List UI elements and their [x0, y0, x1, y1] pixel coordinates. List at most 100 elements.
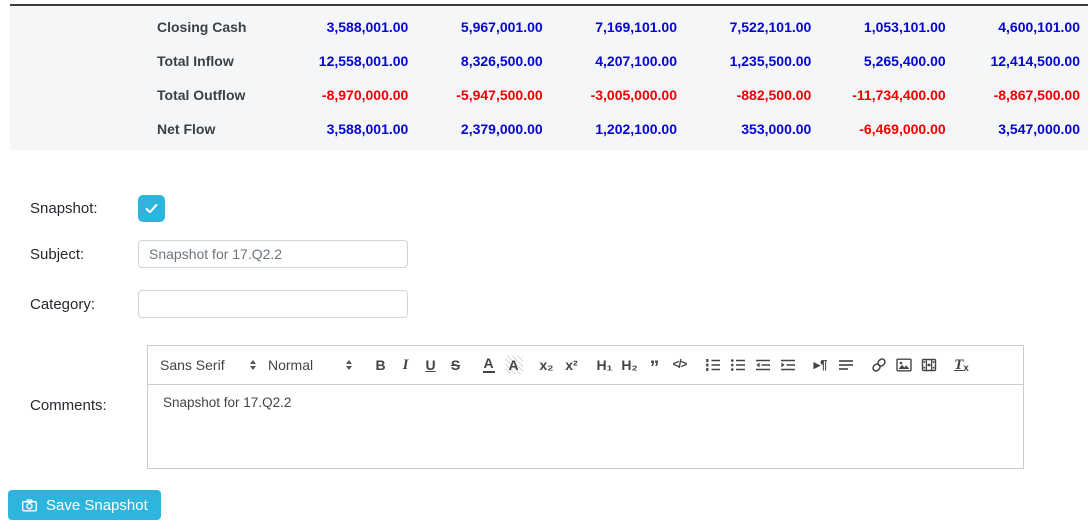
- comments-editor[interactable]: Snapshot for 17.Q2.2: [148, 385, 1023, 468]
- amount-cell: 12,558,001.00: [318, 53, 409, 69]
- italic-icon: I: [402, 356, 409, 373]
- code-block-icon: </>: [672, 359, 688, 371]
- check-icon: [145, 203, 158, 214]
- category-input[interactable]: [138, 290, 408, 318]
- ordered-list-icon: [705, 359, 720, 371]
- video-icon: [921, 358, 936, 372]
- image-icon: [895, 358, 912, 372]
- underline-button[interactable]: U: [418, 352, 443, 378]
- highlight-color-button[interactable]: A: [501, 352, 526, 378]
- amount-cell: -8,867,500.00: [993, 87, 1080, 103]
- amount-cell: 5,967,001.00: [460, 19, 543, 35]
- amount-cell: 1,235,500.00: [729, 53, 812, 69]
- ordered-list-button[interactable]: [700, 352, 725, 378]
- indent-button[interactable]: [775, 352, 800, 378]
- amount-cell: 12,414,500.00: [990, 53, 1080, 69]
- indent-icon: [780, 359, 795, 371]
- amount-cell: -3,005,000.00: [590, 87, 677, 103]
- save-snapshot-button[interactable]: Save Snapshot: [8, 490, 161, 520]
- text-direction-icon: ▸¶: [813, 357, 828, 372]
- amount-cell: -6,469,000.00: [859, 121, 946, 137]
- row-label: Total Inflow: [157, 53, 234, 69]
- amount-cell: 353,000.00: [741, 121, 812, 137]
- picker-arrows-icon: [250, 360, 256, 370]
- text-color-button[interactable]: A: [476, 352, 501, 378]
- format-group: B I U S: [368, 352, 468, 378]
- picker-arrows-icon: [346, 360, 352, 370]
- align-icon: [838, 360, 853, 370]
- color-group: A A: [476, 352, 526, 378]
- row-label: Total Outflow: [157, 87, 246, 103]
- header2-button[interactable]: H₂: [617, 352, 642, 378]
- snapshot-row: Snapshot:: [30, 195, 1088, 222]
- bullet-list-button[interactable]: [725, 352, 750, 378]
- blockquote-button[interactable]: ”: [642, 352, 667, 378]
- align-button[interactable]: [833, 352, 858, 378]
- row-label: Net Flow: [157, 121, 216, 137]
- clean-group: Tx: [949, 352, 974, 378]
- text-direction-button[interactable]: ▸¶: [808, 352, 833, 378]
- text-color-icon: A: [482, 356, 495, 374]
- list-group: [700, 352, 800, 378]
- row-total-outflow: Total Outflow -8,970,000.00 -5,947,500.0…: [10, 78, 1088, 112]
- amount-cell: -882,500.00: [736, 87, 812, 103]
- link-button[interactable]: [866, 352, 891, 378]
- strikethrough-icon: S: [450, 357, 461, 373]
- bullet-list-icon: [730, 359, 745, 371]
- amount-cell: 8,326,500.00: [460, 53, 543, 69]
- subscript-button[interactable]: x₂: [534, 352, 559, 378]
- size-picker-value: Normal: [268, 357, 314, 373]
- image-button[interactable]: [891, 352, 916, 378]
- camera-icon: [22, 498, 37, 511]
- bold-icon: B: [375, 357, 386, 373]
- subscript-icon: x₂: [539, 357, 554, 373]
- superscript-icon: x²: [565, 357, 578, 373]
- bold-button[interactable]: B: [368, 352, 393, 378]
- amount-cell: 7,522,101.00: [729, 19, 812, 35]
- italic-button[interactable]: I: [393, 352, 418, 378]
- row-net-flow: Net Flow 3,588,001.00 2,379,000.00 1,202…: [10, 112, 1088, 146]
- amount-cell: 1,053,101.00: [863, 19, 946, 35]
- row-total-inflow: Total Inflow 12,558,001.00 8,326,500.00 …: [10, 44, 1088, 78]
- direction-group: ▸¶: [808, 352, 858, 378]
- clean-formatting-icon: Tx: [954, 356, 969, 374]
- row-label: Closing Cash: [157, 19, 247, 35]
- underline-icon: U: [425, 357, 436, 373]
- block-group: H₁ H₂ ” </>: [592, 352, 692, 378]
- amount-cell: 4,600,101.00: [998, 19, 1080, 35]
- superscript-button[interactable]: x²: [559, 352, 584, 378]
- font-picker[interactable]: Sans Serif: [160, 357, 256, 373]
- amount-cell: 4,207,100.00: [595, 53, 677, 69]
- size-picker[interactable]: Normal: [268, 357, 352, 373]
- comments-label: Comments:: [30, 397, 107, 414]
- amount-cell: 2,379,000.00: [460, 121, 543, 137]
- amount-cell: 3,547,000.00: [998, 121, 1080, 137]
- header1-icon: H₁: [596, 357, 613, 373]
- header2-icon: H₂: [621, 357, 638, 373]
- amount-cell: 1,202,100.00: [595, 121, 677, 137]
- link-icon: [871, 358, 886, 372]
- comments-row: Comments: Sans Serif Normal B I U S A A …: [30, 345, 1088, 469]
- clean-formatting-button[interactable]: Tx: [949, 352, 974, 378]
- outdent-button[interactable]: [750, 352, 775, 378]
- video-button[interactable]: [916, 352, 941, 378]
- blockquote-icon: ”: [649, 358, 660, 379]
- snapshot-checkbox[interactable]: [138, 195, 165, 222]
- category-row: Category:: [30, 290, 1088, 318]
- code-block-button[interactable]: </>: [667, 352, 692, 378]
- editor-toolbar: Sans Serif Normal B I U S A A x₂ x² H₁ H…: [148, 346, 1023, 385]
- snapshot-form: Snapshot: Subject: Category: Comments: S…: [30, 195, 1088, 469]
- highlight-color-icon: A: [504, 356, 523, 374]
- save-snapshot-label: Save Snapshot: [46, 496, 148, 514]
- cash-summary-table: Closing Cash 3,588,001.00 5,967,001.00 7…: [10, 4, 1088, 150]
- subject-label: Subject:: [30, 245, 85, 263]
- subject-input[interactable]: [138, 240, 408, 268]
- amount-cell: 7,169,101.00: [595, 19, 677, 35]
- outdent-icon: [755, 359, 770, 371]
- rich-text-editor: Sans Serif Normal B I U S A A x₂ x² H₁ H…: [147, 345, 1024, 469]
- media-group: [866, 352, 941, 378]
- amount-cell: -5,947,500.00: [456, 87, 543, 103]
- amount-cell: 5,265,400.00: [863, 53, 946, 69]
- header1-button[interactable]: H₁: [592, 352, 617, 378]
- strikethrough-button[interactable]: S: [443, 352, 468, 378]
